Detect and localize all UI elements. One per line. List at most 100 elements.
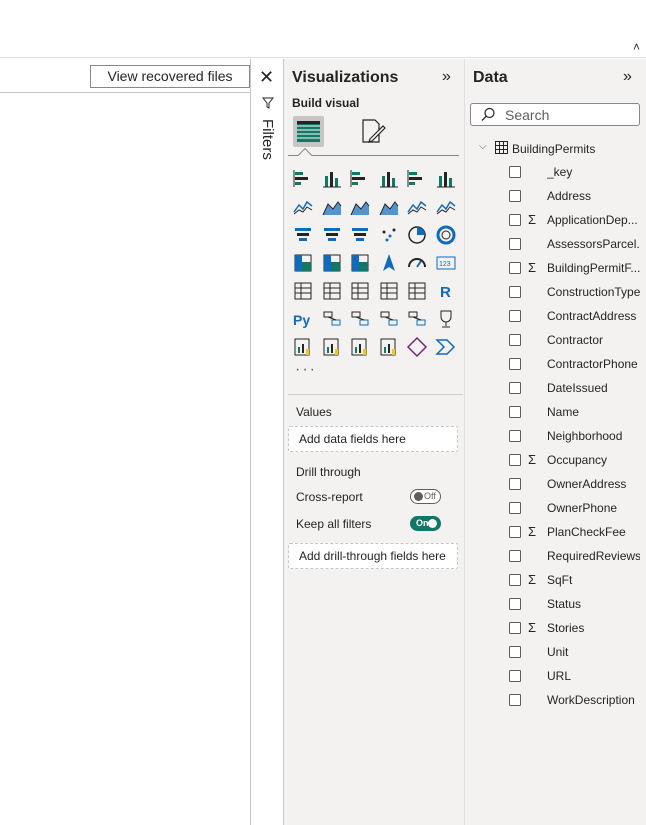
funnel-chart-icon[interactable] (349, 224, 371, 246)
field-item[interactable]: AssessorsParcel... (505, 233, 645, 255)
field-item[interactable]: ContractorPhone (505, 353, 645, 375)
card-icon[interactable]: 123 (435, 252, 457, 274)
new-slicer-icon[interactable] (349, 336, 371, 358)
power-automate-icon[interactable] (406, 336, 428, 358)
values-drop-zone[interactable]: Add data fields here (288, 426, 458, 452)
r-visual-icon[interactable]: R (435, 280, 457, 302)
python-visual-icon[interactable]: Py (292, 308, 314, 330)
field-item[interactable]: Contractor (505, 329, 645, 351)
more-visuals-icon[interactable]: ··· (295, 361, 317, 379)
field-item[interactable]: Σ BuildingPermitF... (505, 257, 645, 279)
search-box[interactable] (470, 103, 640, 126)
field-item[interactable]: ContractAddress (505, 305, 645, 327)
field-item[interactable]: OwnerAddress (505, 473, 645, 495)
stacked-column-chart-icon[interactable] (321, 168, 343, 190)
field-checkbox[interactable] (509, 478, 521, 490)
chevron-down-icon[interactable]: ⌵ (479, 141, 487, 152)
field-item[interactable]: Σ ApplicationDep... (505, 209, 645, 231)
field-item[interactable]: ConstructionType (505, 281, 645, 303)
field-checkbox[interactable] (509, 166, 521, 178)
double-chevron-right-icon[interactable]: » (623, 68, 632, 86)
ribbon-chart-icon[interactable] (292, 224, 314, 246)
table-icon[interactable] (378, 280, 400, 302)
field-checkbox[interactable] (509, 694, 521, 706)
area-chart-icon[interactable] (321, 196, 343, 218)
slicer-icon[interactable] (349, 280, 371, 302)
100-stacked-column-chart-icon[interactable] (435, 168, 457, 190)
field-checkbox[interactable] (509, 382, 521, 394)
field-checkbox[interactable] (509, 358, 521, 370)
field-checkbox[interactable] (509, 406, 521, 418)
report-canvas[interactable]: View recovered files (0, 59, 251, 825)
field-item[interactable]: OwnerPhone (505, 497, 645, 519)
100-stacked-bar-chart-icon[interactable] (406, 168, 428, 190)
key-influencers-icon[interactable] (321, 308, 343, 330)
azure-map-icon[interactable] (378, 252, 400, 274)
stacked-area-chart-icon[interactable] (349, 196, 371, 218)
line-and-stacked-column-icon[interactable] (406, 196, 428, 218)
field-checkbox[interactable] (509, 334, 521, 346)
multi-row-card-icon[interactable] (292, 280, 314, 302)
field-checkbox[interactable] (509, 646, 521, 658)
field-item[interactable]: DateIssued (505, 377, 645, 399)
field-checkbox[interactable] (509, 262, 521, 274)
100-stacked-area-chart-icon[interactable] (378, 196, 400, 218)
line-chart-icon[interactable] (292, 196, 314, 218)
build-visual-tab[interactable] (293, 116, 324, 147)
field-item[interactable]: RequiredReviews (505, 545, 645, 567)
gauge-icon[interactable] (406, 252, 428, 274)
stacked-bar-chart-icon[interactable] (292, 168, 314, 190)
field-item[interactable]: Neighborhood (505, 425, 645, 447)
field-item[interactable]: _key (505, 161, 645, 183)
view-recovered-files-button[interactable]: View recovered files (90, 65, 250, 88)
clustered-column-chart-icon[interactable] (378, 168, 400, 190)
filters-pane-collapsed[interactable]: ✕ Filters (251, 59, 284, 825)
donut-chart-icon[interactable] (435, 224, 457, 246)
clustered-bar-chart-icon[interactable] (349, 168, 371, 190)
field-checkbox[interactable] (509, 310, 521, 322)
field-checkbox[interactable] (509, 286, 521, 298)
field-item[interactable]: Σ Stories (505, 617, 645, 639)
field-item[interactable]: Name (505, 401, 645, 423)
filled-map-icon[interactable] (349, 252, 371, 274)
field-checkbox[interactable] (509, 526, 521, 538)
field-item[interactable]: Σ SqFt (505, 569, 645, 591)
kpi-icon[interactable] (321, 280, 343, 302)
keep-all-filters-toggle[interactable]: On (410, 516, 441, 531)
power-platform-icon[interactable] (434, 336, 457, 358)
field-checkbox[interactable] (509, 550, 521, 562)
field-item[interactable]: Σ PlanCheckFee (505, 521, 645, 543)
field-checkbox[interactable] (509, 670, 521, 682)
field-item[interactable]: Σ Occupancy (505, 449, 645, 471)
field-checkbox[interactable] (509, 238, 521, 250)
field-item[interactable]: URL (505, 665, 645, 687)
qa-icon[interactable] (378, 308, 400, 330)
power-apps-icon[interactable] (378, 336, 400, 358)
treemap-icon[interactable] (292, 252, 314, 274)
field-checkbox[interactable] (509, 190, 521, 202)
field-checkbox[interactable] (509, 574, 521, 586)
search-input[interactable] (505, 106, 633, 124)
table-node[interactable]: ⌵ BuildingPermits (477, 139, 637, 159)
narrative-icon[interactable] (406, 308, 428, 330)
close-icon[interactable]: ✕ (259, 67, 274, 88)
pie-chart-icon[interactable] (406, 224, 428, 246)
double-chevron-right-icon[interactable]: » (442, 68, 451, 86)
chevron-up-icon[interactable]: ˄ (633, 40, 640, 54)
metrics-icon[interactable] (435, 308, 457, 330)
paginated-report-icon[interactable] (292, 336, 314, 358)
field-checkbox[interactable] (509, 502, 521, 514)
line-and-clustered-column-icon[interactable] (435, 196, 457, 218)
field-item[interactable]: Address (505, 185, 645, 207)
filters-label[interactable]: Filters (259, 119, 276, 160)
field-item[interactable]: Unit (505, 641, 645, 663)
field-checkbox[interactable] (509, 214, 521, 226)
decomposition-tree-icon[interactable] (349, 308, 371, 330)
field-item[interactable]: Status (505, 593, 645, 615)
map-icon[interactable] (321, 252, 343, 274)
cross-report-toggle[interactable]: Off (410, 489, 441, 504)
field-checkbox[interactable] (509, 622, 521, 634)
field-checkbox[interactable] (509, 454, 521, 466)
matrix-icon[interactable] (406, 280, 428, 302)
waterfall-chart-icon[interactable] (321, 224, 343, 246)
